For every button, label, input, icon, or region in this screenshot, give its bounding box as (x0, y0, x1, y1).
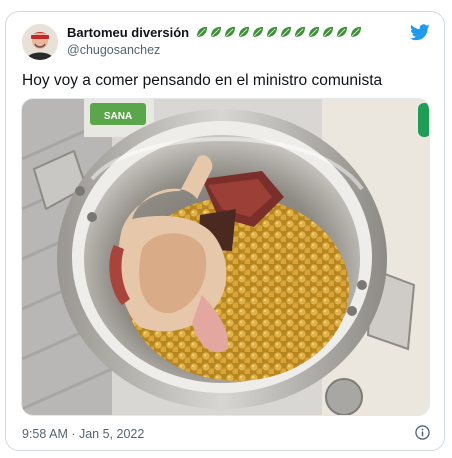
leaf-emoji (294, 26, 306, 38)
leaf-emoji (196, 26, 208, 38)
avatar-image (22, 24, 58, 60)
leaf-emoji (322, 26, 334, 38)
tweet-timestamp[interactable]: 9:58 AM · Jan 5, 2022 (22, 427, 144, 441)
leaf-emoji (308, 26, 320, 38)
bottle-label-text: SANA (104, 111, 132, 122)
tweet-card: Bartomeu diversión @chugosanchez Hoy voy… (5, 11, 445, 451)
leaf-emoji (210, 26, 222, 38)
leaf-emoji (336, 26, 348, 38)
author-name-emojis (195, 26, 362, 39)
author-avatar[interactable] (22, 24, 58, 60)
leaf-emoji (266, 26, 278, 38)
tweet-photo[interactable]: SANA (21, 98, 430, 416)
author-name-text: Bartomeu diversión (67, 25, 190, 40)
author-name[interactable]: Bartomeu diversión (67, 25, 362, 40)
leaf-emoji (252, 26, 264, 38)
info-icon[interactable] (415, 425, 430, 440)
leaf-emoji (280, 26, 292, 38)
tweet-text: Hoy voy a comer pensando en el ministro … (22, 72, 383, 89)
photo-pot-of-chickpeas: SANA (22, 99, 429, 415)
leaf-emoji (238, 26, 250, 38)
twitter-bird-icon[interactable] (410, 24, 430, 41)
leaf-emoji (350, 26, 362, 38)
leaf-emoji (224, 26, 236, 38)
author-handle[interactable]: @chugosanchez (67, 43, 160, 57)
